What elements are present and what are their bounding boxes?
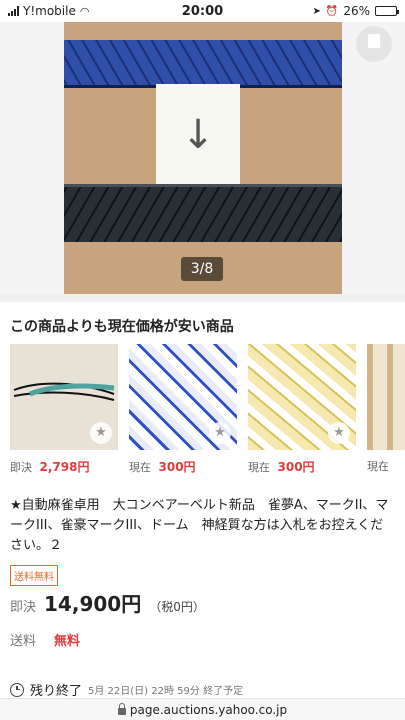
cheaper-item-card[interactable]: ★ 現在 300円 xyxy=(248,344,356,475)
price-type-label: 現在 xyxy=(129,461,151,474)
signal-icon xyxy=(8,6,19,16)
wifi-icon: ◠ xyxy=(79,4,90,18)
shipping-row: 送料 無料 xyxy=(10,630,80,649)
url-text[interactable]: page.auctions.yahoo.co.jp xyxy=(130,703,287,717)
star-icon[interactable]: ★ xyxy=(328,422,350,444)
clock-icon xyxy=(10,682,24,697)
price-type-label: 即決 xyxy=(10,461,32,474)
status-bar: Y!mobile ◠ 20:00 ➤ ⏰ 26% xyxy=(0,0,405,22)
carrier-name: Y!mobile xyxy=(23,4,76,18)
price-type-label: 現在 xyxy=(367,460,389,473)
shipping-value: 無料 xyxy=(54,634,81,649)
item-price: 300円 xyxy=(277,460,315,474)
lock-icon xyxy=(117,702,126,715)
price-type-label: 即決 xyxy=(10,600,37,615)
section-title: この商品よりも現在価格が安い商品 xyxy=(10,319,234,335)
listing-title: ★自動麻雀卓用 大コンベアーベルト新品 雀夢A、マークII、マークIII、雀豪マ… xyxy=(10,498,389,553)
image-counter: 3/8 xyxy=(181,257,223,281)
location-arrow-icon: ➤ xyxy=(312,5,321,17)
black-belt xyxy=(64,184,342,242)
item-thumbnail[interactable]: ★ xyxy=(129,344,237,450)
end-date: 5月 22日(日) 22時 59分 終了予定 xyxy=(88,686,244,697)
shipping-label: 送料 xyxy=(10,634,37,649)
tax-amount: （税0円） xyxy=(149,600,205,614)
watch-button[interactable] xyxy=(356,26,392,62)
item-thumbnail[interactable]: ★ xyxy=(248,344,356,450)
item-thumbnail[interactable]: ★ xyxy=(10,344,118,450)
free-shipping-badge: 送料無料 xyxy=(10,565,58,586)
buyout-price: 14,900円 xyxy=(44,592,142,616)
price-type-label: 現在 xyxy=(248,461,270,474)
down-arrow-icon: ↓ xyxy=(181,112,215,158)
price-row: 即決 14,900円 （税0円） xyxy=(10,588,205,617)
star-icon[interactable]: ★ xyxy=(209,422,231,444)
end-label: 残り終了 xyxy=(30,684,83,699)
blue-belt xyxy=(64,40,342,88)
item-thumbnail[interactable] xyxy=(367,344,405,450)
cheaper-items-section: この商品よりも現在価格が安い商品 ★ 即決 2,798円 ★ 現在 300円 ★ xyxy=(0,294,405,484)
item-price: 2,798円 xyxy=(39,460,90,474)
star-icon[interactable]: ★ xyxy=(90,422,112,444)
url-bar[interactable]: page.auctions.yahoo.co.jp xyxy=(0,698,405,720)
end-time-row: 残り終了 5月 22日(日) 22時 59分 終了予定 xyxy=(10,680,243,699)
cheaper-item-card[interactable]: ★ 現在 300円 xyxy=(129,344,237,475)
image-gallery[interactable]: ↓ 3/8 xyxy=(0,22,405,294)
alarm-icon: ⏰ xyxy=(325,5,339,17)
battery-icon xyxy=(375,6,399,16)
item-price: 300円 xyxy=(158,460,196,474)
status-time: 20:00 xyxy=(181,3,224,19)
battery-percent: 26% xyxy=(343,4,370,18)
cheaper-item-card[interactable]: ★ 即決 2,798円 xyxy=(10,344,118,475)
cheaper-item-card[interactable]: 現在 xyxy=(367,344,405,474)
product-photo[interactable]: ↓ xyxy=(64,22,342,294)
